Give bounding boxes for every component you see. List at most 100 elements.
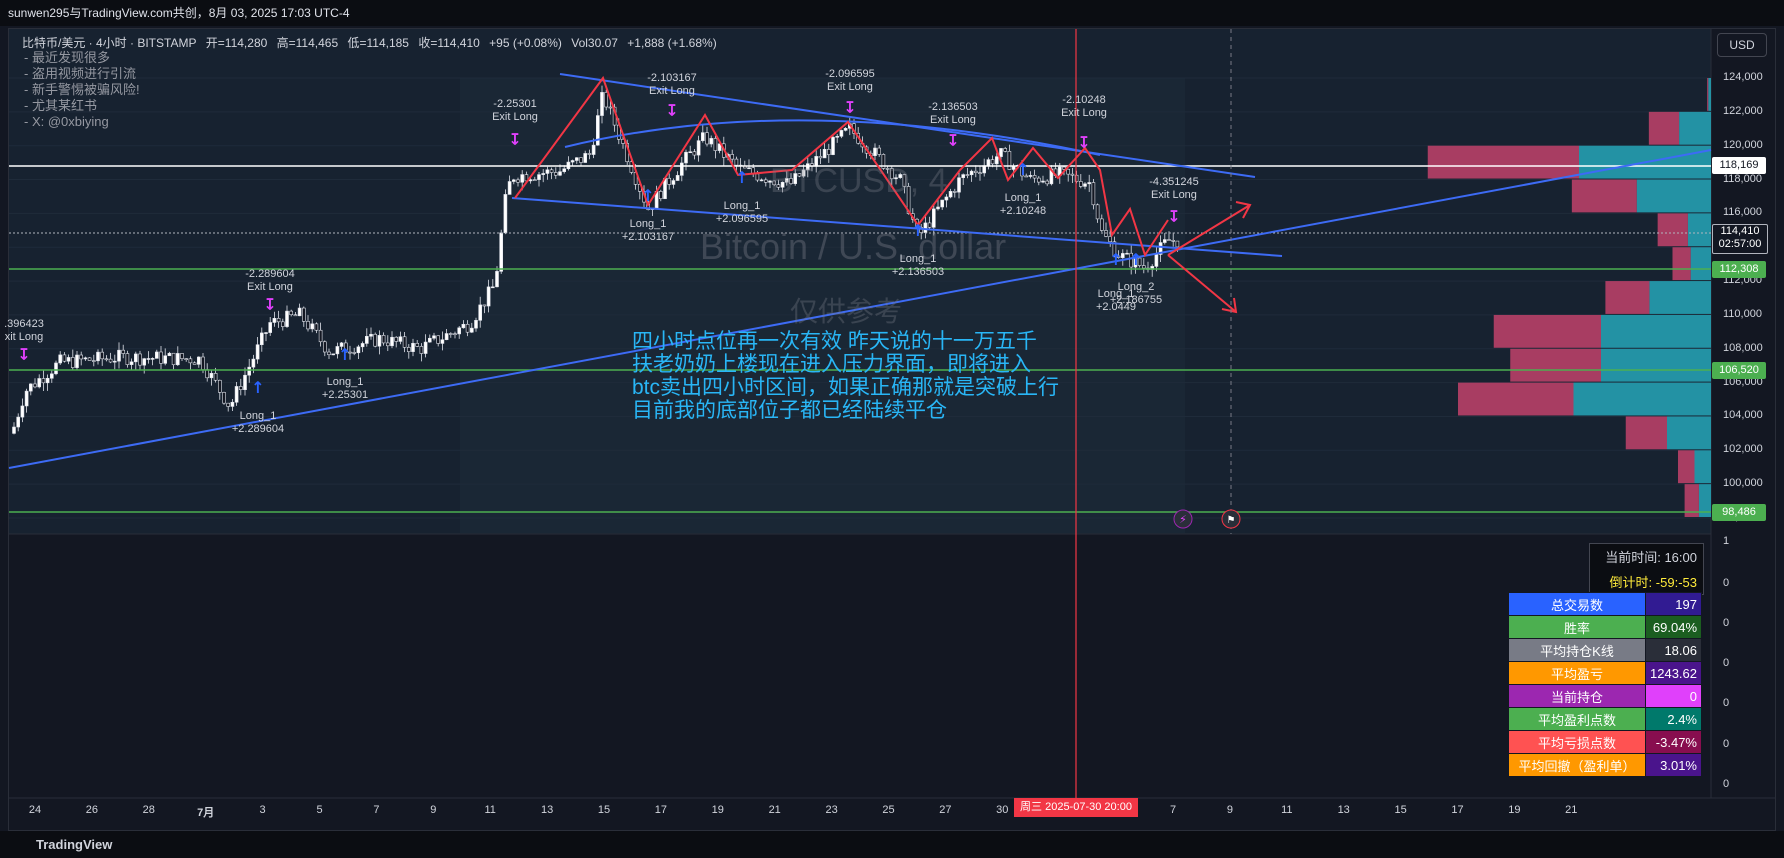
candle xyxy=(364,335,369,344)
candle xyxy=(201,356,205,370)
candle xyxy=(574,157,579,161)
currency-button[interactable]: USD xyxy=(1717,33,1767,57)
candle xyxy=(327,351,331,356)
candle xyxy=(1032,175,1037,179)
volume-profile-buy xyxy=(1649,281,1711,314)
entry-arrow-icon: ↑ xyxy=(1109,250,1122,269)
exit-arrow-icon: ↧ xyxy=(843,98,856,117)
legend-symbol[interactable]: 比特币/美元 · 4小时 · BITSTAMP xyxy=(22,36,196,50)
candle xyxy=(415,342,420,347)
legend-change: +95 (+0.08%) xyxy=(489,36,562,50)
stats-label: 胜率 xyxy=(1508,615,1646,639)
candle xyxy=(92,360,96,362)
candle xyxy=(608,106,613,109)
x-tick-label: 23 xyxy=(825,804,838,816)
volume-profile-buy xyxy=(1601,348,1711,382)
trade-label-line1: Long_1 xyxy=(899,253,937,265)
candle xyxy=(230,401,235,407)
y-tick-label: 124,000 xyxy=(1723,71,1763,83)
candle xyxy=(54,362,58,375)
candle xyxy=(373,333,378,347)
candle xyxy=(104,358,109,361)
y-tick-label: 116,000 xyxy=(1723,206,1762,219)
candle xyxy=(1087,182,1091,185)
candle xyxy=(369,333,373,337)
stats-value: -3.47% xyxy=(1645,730,1702,754)
trade-label: -2.103167 Exit Long xyxy=(647,72,697,98)
candle xyxy=(931,208,936,228)
candle xyxy=(222,392,226,404)
candle xyxy=(755,173,760,181)
candle xyxy=(192,362,197,365)
y-tick-label: 100,000 xyxy=(1723,477,1763,490)
volume-profile-sell xyxy=(1672,247,1691,281)
stats-label: 当前持仓 xyxy=(1508,684,1646,708)
lower-pane-tick: 0 xyxy=(1723,617,1730,629)
candle xyxy=(301,307,306,322)
stats-row: 平均盈利点数 2.4% xyxy=(1508,707,1702,731)
legend-vol: Vol30.07 xyxy=(571,36,618,50)
candle xyxy=(218,379,222,393)
candle xyxy=(272,318,277,323)
candle xyxy=(436,335,441,344)
candle xyxy=(423,341,428,354)
candle xyxy=(965,174,970,176)
candle xyxy=(159,351,163,364)
candle xyxy=(952,191,957,193)
candle xyxy=(280,321,285,327)
legend-high: 高=114,465 xyxy=(276,36,339,50)
exit-arrow-icon: ↧ xyxy=(263,295,276,314)
trade-label: .396423 xit Long xyxy=(4,318,44,344)
candle xyxy=(562,168,567,172)
candle xyxy=(730,154,735,160)
price-tag-current: 114,410 02:57:00 xyxy=(1712,224,1768,254)
candle xyxy=(297,307,302,317)
candle xyxy=(469,327,474,333)
candle xyxy=(558,171,562,176)
volume-profile-buy xyxy=(1667,416,1711,450)
stats-value: 69.04% xyxy=(1645,615,1702,639)
candle xyxy=(549,169,554,173)
x-tick-label: 17 xyxy=(654,804,668,816)
candle xyxy=(583,153,588,163)
x-tick-label: 26 xyxy=(85,804,99,816)
candle xyxy=(1007,151,1012,170)
stats-label: 平均持仓K线 xyxy=(1508,638,1646,662)
candle xyxy=(129,361,134,365)
analysis-annotation: 四小时点位再一次有效 昨天说的十一万五千 扶老奶奶上楼现在进入压力界面，即将进入… xyxy=(632,330,1059,422)
trade-label-line2: +2.103167 xyxy=(621,231,675,243)
candle xyxy=(1175,240,1180,248)
trade-label: Long_1 +2.25301 xyxy=(322,376,368,402)
trade-label-line1: Long_1 xyxy=(723,200,761,212)
candle xyxy=(360,343,365,348)
candle xyxy=(411,342,415,352)
candle xyxy=(600,92,604,116)
candle xyxy=(1154,254,1159,267)
note-line: - 盗用视频进行引流 xyxy=(24,66,136,81)
x-tick-label: 25 xyxy=(882,804,895,816)
stats-row: 平均盈亏 1243.62 xyxy=(1508,661,1702,685)
exit-arrow-icon: ↧ xyxy=(665,101,678,120)
trade-label: -2.289604 Exit Long xyxy=(245,268,295,294)
candle xyxy=(587,153,592,155)
annotation-line: 四小时点位再一次有效 昨天说的十一万五千 xyxy=(632,330,1037,353)
trade-label-line2: Exit Long xyxy=(649,85,695,97)
trade-label: -2.136503 Exit Long xyxy=(928,101,978,127)
stats-value: 18.06 xyxy=(1645,638,1702,662)
stats-label: 总交易数 xyxy=(1508,592,1646,616)
candle xyxy=(180,353,184,359)
price-tag-green-2: 106,520 xyxy=(1712,362,1766,379)
entry-arrow-icon: ↑ xyxy=(735,168,748,187)
stats-row: 总交易数 197 xyxy=(1508,592,1702,616)
candle xyxy=(385,342,390,347)
candle xyxy=(440,339,445,344)
trade-label-line1: Long_1 xyxy=(629,218,667,230)
candle xyxy=(705,132,709,145)
candle xyxy=(759,179,764,182)
stats-row: 当前持仓 0 xyxy=(1508,684,1702,708)
footer-brand: TradingView xyxy=(0,831,1784,858)
price-tag-white: 118,169 xyxy=(1712,157,1766,174)
candle xyxy=(226,402,230,407)
volume-profile-buy xyxy=(1636,179,1711,213)
volume-profile-sell xyxy=(1625,416,1667,450)
